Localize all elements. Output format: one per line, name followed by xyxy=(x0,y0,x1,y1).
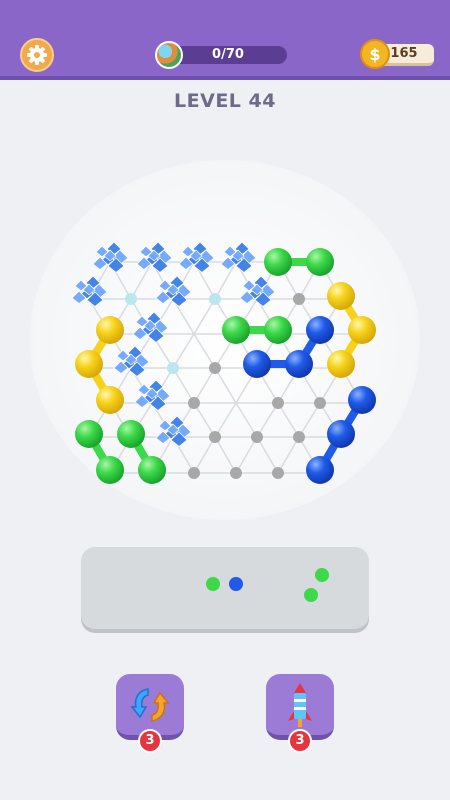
yellow-ball[interactable] xyxy=(327,282,355,310)
grid-node xyxy=(272,397,284,409)
blue-ball[interactable] xyxy=(306,316,334,344)
grid-line xyxy=(172,367,195,404)
frozen-node xyxy=(209,293,221,305)
rocket-powerup-count: 3 xyxy=(288,729,312,753)
ice-block xyxy=(71,275,108,307)
grid-line xyxy=(193,298,216,335)
puzzle-board xyxy=(71,241,376,484)
grid-line xyxy=(193,367,216,404)
frozen-node xyxy=(167,362,179,374)
ice-block xyxy=(155,415,192,447)
yellow-ball[interactable] xyxy=(75,350,103,378)
grid-node xyxy=(314,397,326,409)
grid-node xyxy=(293,293,305,305)
rocket-icon xyxy=(288,682,312,727)
grid-node xyxy=(251,431,263,443)
grid-line xyxy=(193,436,216,474)
green-ball[interactable] xyxy=(75,420,103,448)
frozen-node xyxy=(125,293,137,305)
swap-arrows-icon xyxy=(130,687,170,722)
green-ball[interactable] xyxy=(117,420,145,448)
blue-ball[interactable] xyxy=(243,350,271,378)
ball-tray xyxy=(81,547,369,629)
grid-node xyxy=(272,467,284,479)
green-ball[interactable] xyxy=(222,316,250,344)
grid-node xyxy=(188,467,200,479)
grid-node xyxy=(293,431,305,443)
ice-block xyxy=(220,241,257,273)
grid-node xyxy=(188,397,200,409)
blue-ball[interactable] xyxy=(285,350,313,378)
grid-line xyxy=(277,436,300,474)
swap-powerup-count: 3 xyxy=(138,729,162,753)
green-ball[interactable] xyxy=(96,456,124,484)
tray-ball-green xyxy=(304,588,318,602)
blue-ball[interactable] xyxy=(348,386,376,414)
ice-block xyxy=(136,241,173,273)
grid-line xyxy=(214,436,237,474)
tray-ball-green xyxy=(315,568,329,582)
ice-block xyxy=(178,241,215,273)
green-ball[interactable] xyxy=(264,316,292,344)
blue-ball[interactable] xyxy=(306,456,334,484)
grid-node xyxy=(209,362,221,374)
green-ball[interactable] xyxy=(138,456,166,484)
yellow-ball[interactable] xyxy=(96,386,124,414)
grid-line xyxy=(214,367,237,404)
ice-block xyxy=(113,345,150,377)
tray-ball-blue xyxy=(229,577,243,591)
yellow-ball[interactable] xyxy=(327,350,355,378)
grid-line xyxy=(256,436,279,474)
grid-node xyxy=(230,467,242,479)
blue-ball[interactable] xyxy=(327,420,355,448)
ice-block xyxy=(239,275,276,307)
yellow-ball[interactable] xyxy=(348,316,376,344)
grid-line xyxy=(235,436,258,474)
tray-ball-green xyxy=(206,577,220,591)
green-ball[interactable] xyxy=(306,248,334,276)
grid-node xyxy=(209,431,221,443)
green-ball[interactable] xyxy=(264,248,292,276)
ice-block xyxy=(155,275,192,307)
ice-block xyxy=(92,241,129,273)
yellow-ball[interactable] xyxy=(96,316,124,344)
